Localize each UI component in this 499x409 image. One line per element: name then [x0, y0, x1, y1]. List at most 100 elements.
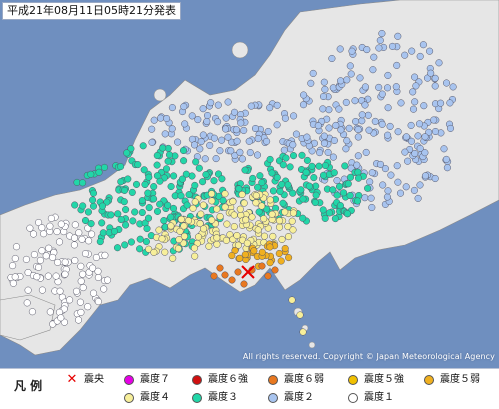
station-shindo-1 [54, 258, 62, 266]
station-shindo-3 [164, 201, 172, 209]
circle-icon [192, 375, 202, 385]
station-shindo-2 [161, 130, 169, 138]
station-shindo-4 [299, 328, 307, 336]
station-shindo-4 [260, 215, 268, 223]
station-shindo-2 [207, 99, 215, 107]
station-shindo-2 [324, 148, 332, 156]
station-shindo-1 [28, 308, 36, 316]
station-shindo-2 [375, 44, 383, 52]
station-shindo-1 [40, 230, 48, 238]
legend-item-epicenter: ✕ 震央 [66, 372, 104, 387]
station-shindo-3 [170, 172, 178, 180]
station-shindo-3 [121, 186, 129, 194]
station-shindo-3 [241, 166, 249, 174]
station-shindo-3 [89, 196, 97, 204]
station-shindo-3 [286, 163, 294, 171]
station-shindo-4 [221, 190, 229, 198]
station-shindo-2 [431, 82, 439, 90]
station-shindo-2 [366, 178, 374, 186]
land-noto [153, 88, 167, 102]
station-shindo-4 [236, 205, 244, 213]
station-shindo-2 [361, 101, 369, 109]
station-shindo-1 [89, 289, 98, 297]
station-shindo-3 [131, 208, 139, 216]
station-shindo-1 [74, 316, 83, 324]
station-shindo-4 [238, 190, 246, 199]
station-shindo-2 [203, 117, 211, 126]
station-shindo-3 [153, 172, 161, 180]
station-shindo-2 [337, 126, 345, 134]
land-sado [231, 41, 249, 59]
station-shindo-2 [384, 131, 392, 139]
station-shindo-3 [336, 202, 344, 210]
land-izu-island [308, 341, 316, 349]
station-shindo-2 [157, 114, 165, 122]
station-shindo-3 [159, 144, 167, 152]
station-shindo-4 [199, 201, 207, 209]
station-shindo-2 [361, 194, 369, 202]
station-shindo-3 [302, 168, 310, 176]
station-shindo-3 [71, 201, 79, 209]
station-shindo-1 [22, 255, 30, 263]
station-shindo-3 [343, 210, 351, 218]
station-shindo-1 [46, 308, 54, 316]
station-shindo-1 [52, 272, 60, 280]
station-shindo-1 [38, 286, 46, 294]
station-shindo-3 [107, 211, 115, 219]
station-shindo-1 [45, 244, 53, 252]
station-shindo-4 [233, 231, 241, 240]
station-shindo-2 [345, 124, 353, 132]
station-shindo-2 [246, 149, 254, 157]
station-shindo-2 [224, 133, 232, 141]
station-shindo-4 [191, 198, 199, 206]
station-shindo-2 [281, 114, 289, 122]
station-shindo-1 [94, 273, 102, 282]
station-shindo-2 [368, 169, 376, 177]
station-shindo-4 [155, 226, 163, 234]
station-shindo-3 [142, 238, 150, 246]
station-shindo-1 [36, 256, 44, 264]
station-shindo-2 [273, 121, 281, 129]
station-shindo-1 [23, 299, 31, 307]
station-shindo-3 [199, 178, 207, 186]
station-shindo-3 [340, 189, 348, 197]
station-shindo-3 [256, 172, 264, 180]
station-shindo-4 [167, 222, 175, 230]
station-shindo-1 [56, 287, 64, 295]
station-shindo-3 [179, 146, 188, 155]
station-shindo-2 [163, 114, 171, 123]
station-shindo-2 [367, 194, 375, 202]
station-shindo-3 [315, 162, 323, 170]
station-shindo-6-lower [228, 276, 236, 284]
station-shindo-3 [191, 181, 199, 189]
station-shindo-2 [421, 149, 429, 157]
station-shindo-2 [384, 104, 392, 112]
station-shindo-1 [81, 250, 90, 258]
circle-icon [124, 375, 134, 385]
station-shindo-1 [42, 252, 50, 260]
station-shindo-4 [242, 216, 250, 224]
copyright-notice: All rights reserved. Copyright © Japan M… [242, 352, 495, 361]
station-shindo-3 [195, 164, 203, 172]
station-shindo-3 [268, 169, 276, 177]
station-shindo-2 [314, 122, 322, 130]
station-shindo-1 [26, 224, 34, 232]
station-shindo-1 [72, 287, 81, 295]
station-shindo-3 [95, 168, 103, 176]
station-shindo-2 [383, 193, 391, 201]
station-shindo-2 [369, 66, 377, 74]
station-shindo-4 [205, 242, 213, 250]
station-shindo-5-lower [281, 244, 289, 253]
station-shindo-3 [319, 206, 327, 214]
station-shindo-4 [213, 234, 221, 242]
station-shindo-2 [307, 79, 315, 87]
station-shindo-3 [330, 169, 338, 177]
station-shindo-5-lower [277, 257, 285, 265]
station-shindo-2 [419, 41, 427, 49]
station-shindo-2 [236, 148, 244, 156]
legend-item-shindo-6-lower: 震度６弱 [268, 373, 324, 387]
station-shindo-3 [110, 227, 119, 235]
station-shindo-2 [443, 164, 451, 172]
station-shindo-4 [254, 226, 262, 234]
station-shindo-2 [240, 126, 248, 134]
